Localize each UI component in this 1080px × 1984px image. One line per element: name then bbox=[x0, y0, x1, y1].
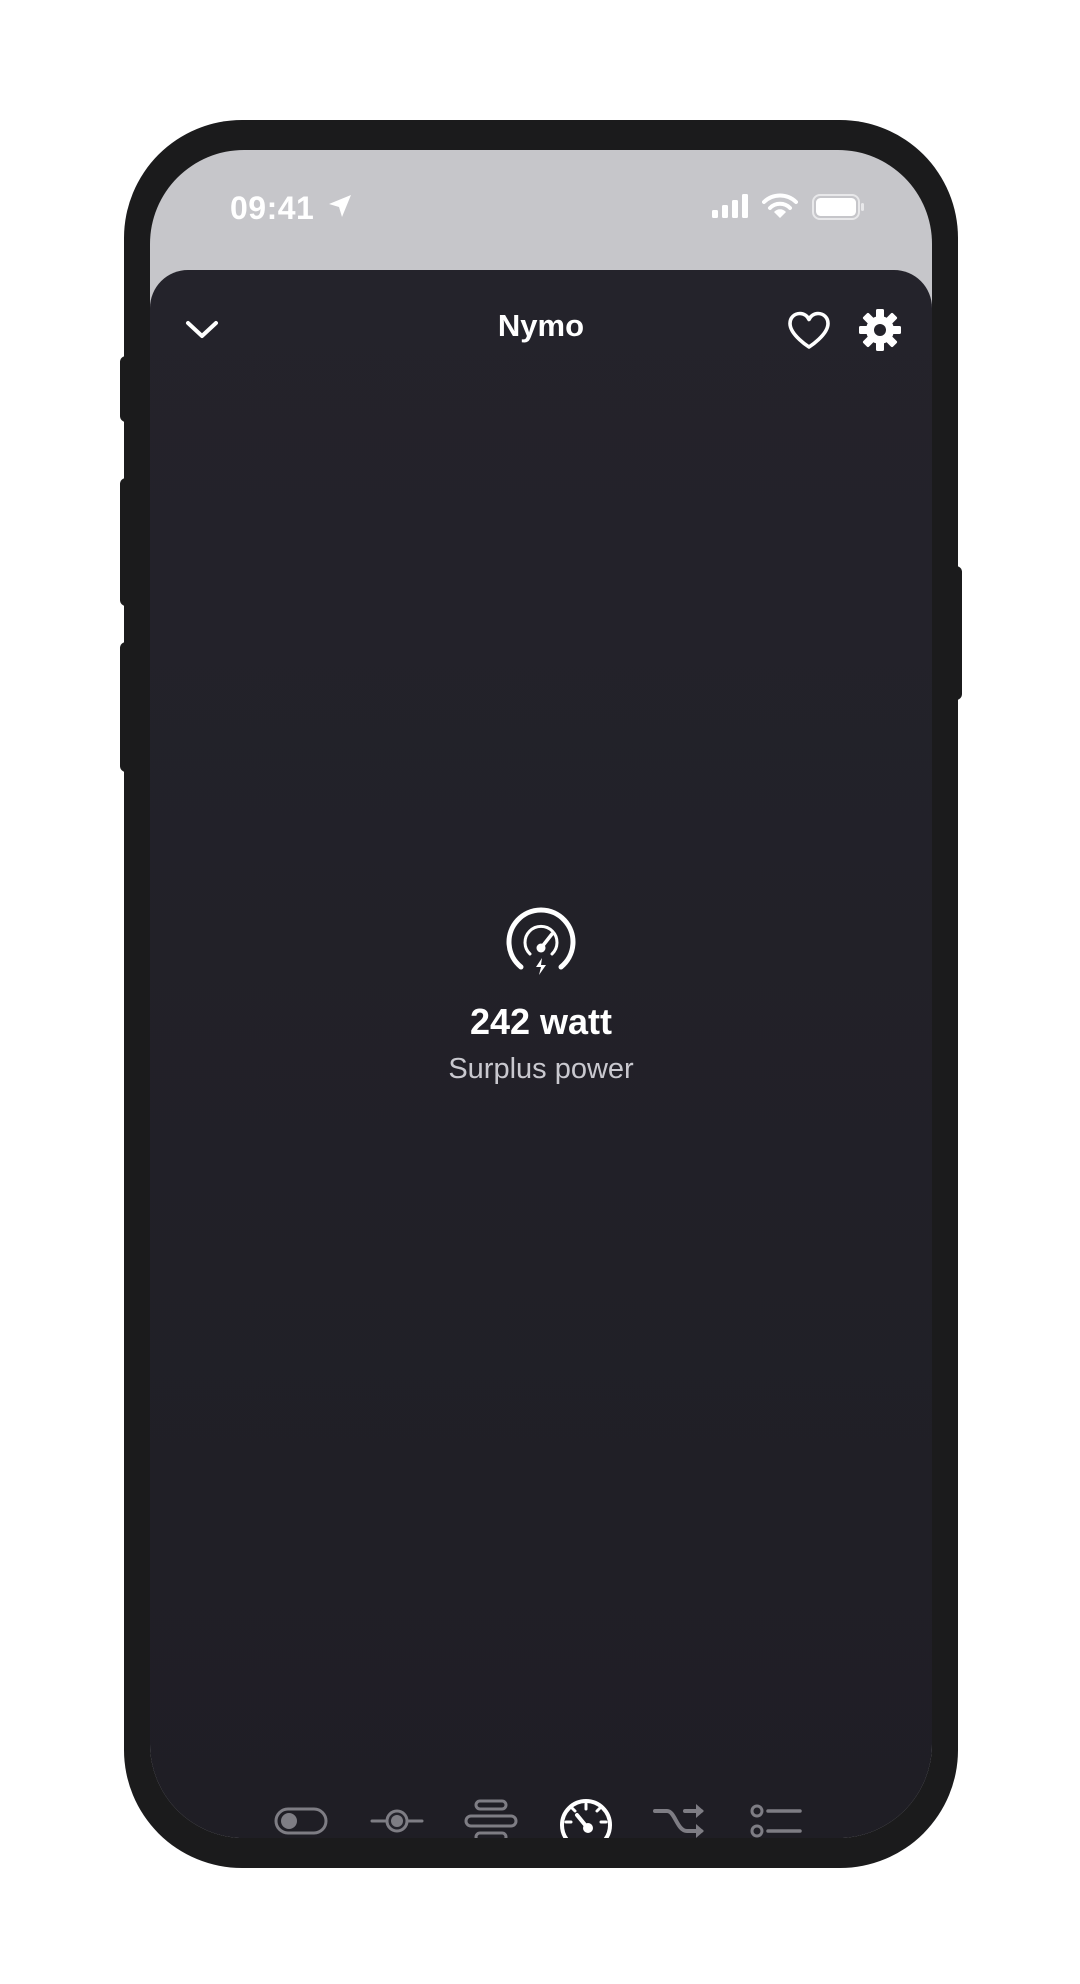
tab-toggle[interactable] bbox=[270, 1790, 332, 1838]
tab-slider[interactable] bbox=[366, 1790, 428, 1838]
power-value: 242 watt bbox=[469, 1001, 613, 1042]
tab-bar bbox=[150, 1790, 932, 1838]
tab-gauge[interactable] bbox=[555, 1790, 617, 1838]
phone-screen: 09:41 Nymo 242 watt Surplus power bbox=[150, 150, 932, 1838]
power-readout: 242 watt Surplus power bbox=[150, 904, 932, 1086]
tab-stacked-bars[interactable] bbox=[460, 1790, 522, 1838]
wifi-icon bbox=[762, 192, 798, 225]
gauge-icon bbox=[560, 1799, 612, 1838]
battery-icon bbox=[812, 194, 866, 225]
slider-icon bbox=[370, 1809, 424, 1833]
tab-shuffle[interactable] bbox=[650, 1790, 712, 1838]
settings-button[interactable] bbox=[854, 304, 906, 356]
power-label: Surplus power bbox=[448, 1053, 634, 1085]
phone-frame: 09:41 Nymo 242 watt Surplus power bbox=[124, 120, 958, 1868]
cellular-signal-icon bbox=[712, 194, 752, 223]
status-time: 09:41 bbox=[230, 190, 315, 226]
gear-icon bbox=[859, 309, 901, 351]
status-bar: 09:41 bbox=[150, 150, 932, 270]
device-sheet: Nymo 242 watt Surplus power bbox=[150, 270, 932, 1838]
favorite-button[interactable] bbox=[784, 306, 834, 356]
shuffle-icon bbox=[653, 1804, 704, 1838]
stacked-bars-icon bbox=[464, 1799, 518, 1838]
toggle-icon bbox=[274, 1807, 328, 1835]
list-icon bbox=[750, 1804, 802, 1838]
tab-list[interactable] bbox=[746, 1790, 808, 1838]
power-gauge-icon bbox=[506, 907, 576, 975]
location-arrow-icon bbox=[326, 192, 354, 225]
heart-icon bbox=[788, 311, 830, 349]
